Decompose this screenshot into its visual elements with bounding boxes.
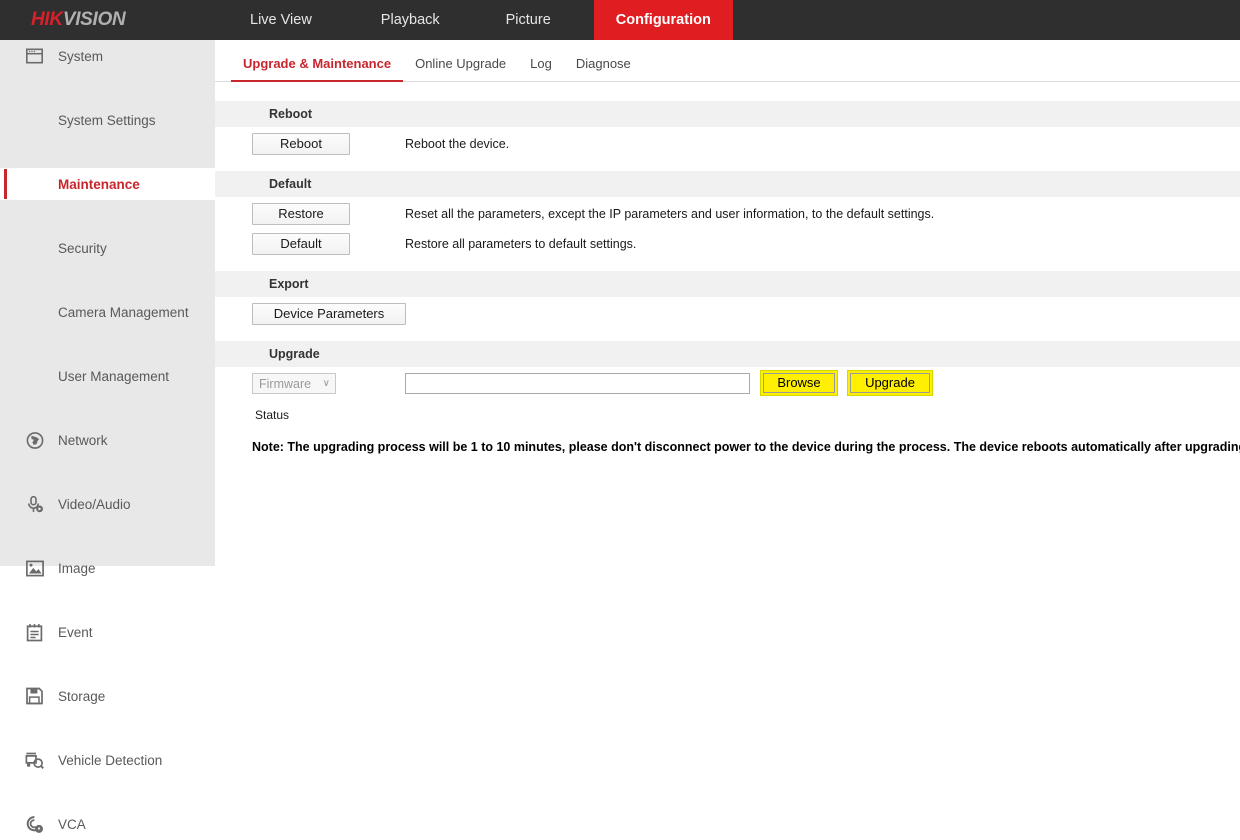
device-parameters-button[interactable]: Device Parameters xyxy=(252,303,406,325)
vehicle-search-icon xyxy=(25,751,44,770)
restore-description: Reset all the parameters, except the IP … xyxy=(405,207,934,221)
upgrade-note: Note: The upgrading process will be 1 to… xyxy=(252,440,1240,454)
sidebar-item-label: Network xyxy=(0,433,108,448)
nav-tab-playback[interactable]: Playback xyxy=(359,0,462,40)
sidebar-item-system[interactable]: System xyxy=(0,40,215,72)
default-button[interactable]: Default xyxy=(252,233,350,255)
sidebar-item-video-audio[interactable]: Video/Audio xyxy=(0,488,215,520)
nav-tab-configuration[interactable]: Configuration xyxy=(594,0,733,40)
nav-spacer xyxy=(573,0,594,40)
hikvision-logo: HIKVISION xyxy=(0,0,215,40)
sidebar-item-label: Camera Management xyxy=(0,305,189,320)
sidebar-item-label: Video/Audio xyxy=(0,497,131,512)
sidebar-item-vca[interactable]: VCA xyxy=(0,808,215,840)
browse-button[interactable]: Browse xyxy=(763,373,835,393)
sidebar-item-vehicle-detection[interactable]: Vehicle Detection xyxy=(0,744,215,776)
sidebar-item-image[interactable]: Image xyxy=(0,552,215,584)
sidebar-item-label: Event xyxy=(0,625,93,640)
section-header-export: Export xyxy=(215,271,1240,297)
sidebar-item-event[interactable]: Event xyxy=(0,616,215,648)
upgrade-button-highlight: Upgrade xyxy=(847,370,933,396)
logo-text-vision: VISION xyxy=(63,9,126,31)
restore-row: Restore Reset all the parameters, except… xyxy=(215,203,1240,233)
upgrade-row: Firmware ∨ Browse Upgrade xyxy=(215,373,1240,401)
tab-upgrade-and-maintenance[interactable]: Upgrade & Maintenance xyxy=(231,56,403,81)
sidebar-item-camera-management[interactable]: Camera Management xyxy=(0,296,215,328)
section-header-reboot: Reboot xyxy=(215,101,1240,127)
reboot-row: Reboot Reboot the device. xyxy=(215,133,1240,163)
reboot-button[interactable]: Reboot xyxy=(252,133,350,155)
sidebar-item-network[interactable]: Network xyxy=(0,424,215,456)
default-description: Restore all parameters to default settin… xyxy=(405,237,636,251)
tab-log[interactable]: Log xyxy=(518,56,564,81)
upgrade-type-select-value: Firmware xyxy=(259,377,311,391)
sidebar-item-label: Security xyxy=(0,241,107,256)
sidebar-navigation: System System Settings Maintenance Secur… xyxy=(0,40,215,566)
nav-tab-live-view[interactable]: Live View xyxy=(228,0,334,40)
export-row: Device Parameters xyxy=(215,303,1240,333)
upgrade-type-select[interactable]: Firmware ∨ xyxy=(252,373,336,394)
sidebar-item-system-settings[interactable]: System Settings xyxy=(0,104,215,136)
sidebar-item-maintenance[interactable]: Maintenance xyxy=(0,168,215,200)
sidebar-item-label: User Management xyxy=(0,369,169,384)
globe-icon xyxy=(25,431,44,450)
reboot-description: Reboot the device. xyxy=(405,137,509,151)
status-label: Status xyxy=(255,408,289,422)
clipboard-icon xyxy=(25,623,44,642)
sidebar-item-storage[interactable]: Storage xyxy=(0,680,215,712)
logo-text-hik: HIK xyxy=(31,9,63,31)
sidebar-item-label: System xyxy=(0,49,103,64)
nav-spacer xyxy=(215,0,228,40)
sidebar-item-label: Image xyxy=(0,561,96,576)
section-header-upgrade: Upgrade xyxy=(215,341,1240,367)
nav-tab-picture[interactable]: Picture xyxy=(484,0,573,40)
sidebar-item-user-management[interactable]: User Management xyxy=(0,360,215,392)
tab-online-upgrade[interactable]: Online Upgrade xyxy=(403,56,518,81)
sub-tab-bar: Upgrade & Maintenance Online Upgrade Log… xyxy=(215,40,1240,82)
restore-button[interactable]: Restore xyxy=(252,203,350,225)
tab-diagnose[interactable]: Diagnose xyxy=(564,56,643,81)
sidebar-item-label: System Settings xyxy=(0,113,156,128)
vca-icon xyxy=(25,815,44,834)
firmware-file-input[interactable] xyxy=(405,373,750,394)
sidebar-item-label: Maintenance xyxy=(0,177,140,192)
section-header-default: Default xyxy=(215,171,1240,197)
sidebar-item-label: Storage xyxy=(0,689,105,704)
upgrade-button[interactable]: Upgrade xyxy=(850,373,930,393)
floppy-disk-icon xyxy=(25,687,44,706)
picture-icon xyxy=(25,559,44,578)
default-row: Default Restore all parameters to defaul… xyxy=(215,233,1240,263)
window-icon xyxy=(25,47,44,66)
main-content-area: Upgrade & Maintenance Online Upgrade Log… xyxy=(215,40,1240,566)
microphone-icon xyxy=(25,495,44,514)
nav-spacer xyxy=(462,0,484,40)
top-navigation-bar: HIKVISION Live View Playback Picture Con… xyxy=(0,0,1240,40)
sidebar-item-security[interactable]: Security xyxy=(0,232,215,264)
chevron-down-icon: ∨ xyxy=(323,378,330,389)
browse-button-highlight: Browse xyxy=(760,370,838,396)
nav-spacer xyxy=(334,0,359,40)
